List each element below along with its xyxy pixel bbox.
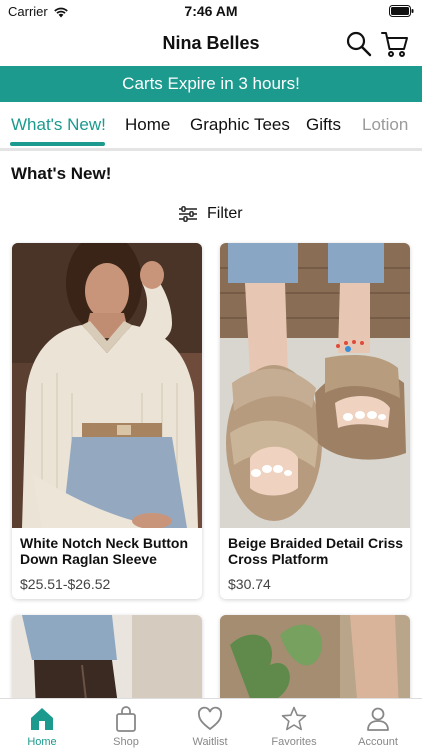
bottom-tab-label: Account bbox=[358, 736, 398, 748]
active-tab-indicator bbox=[10, 142, 105, 146]
bottom-tab-label: Waitlist bbox=[192, 736, 228, 748]
tab-whats-new[interactable]: What's New! bbox=[11, 115, 106, 135]
search-button[interactable] bbox=[345, 30, 373, 58]
bottom-tab-account[interactable]: Account bbox=[336, 705, 420, 748]
bottom-tab-waitlist[interactable]: Waitlist bbox=[168, 705, 252, 748]
search-icon bbox=[346, 31, 372, 57]
product-price: $30.74 bbox=[228, 576, 271, 592]
product-price: $25.51-$26.52 bbox=[20, 576, 111, 592]
filter-label: Filter bbox=[207, 205, 243, 222]
section-title: What's New! bbox=[11, 164, 112, 183]
tab-home[interactable]: Home bbox=[125, 115, 170, 135]
bottom-tab-shop[interactable]: Shop bbox=[84, 705, 168, 748]
nav-bar: Nina Belles bbox=[0, 22, 422, 66]
sliders-icon bbox=[179, 206, 197, 222]
heart-icon bbox=[198, 706, 222, 731]
bottom-tab-favorites[interactable]: Favorites bbox=[252, 705, 336, 748]
tabs-divider bbox=[0, 148, 422, 151]
product-card[interactable]: White Notch Neck Button Down Raglan Slee… bbox=[12, 243, 202, 599]
clock: 7:46 AM bbox=[184, 3, 238, 19]
filter-button[interactable]: Filter bbox=[178, 203, 243, 225]
home-icon bbox=[31, 708, 53, 730]
product-name: White Notch Neck Button Down Raglan Slee… bbox=[20, 535, 188, 567]
product-card[interactable]: Beige Braided Detail Criss Cross Platfor… bbox=[220, 243, 410, 599]
bottom-tab-bar: Home Shop Waitlist Favorites Account bbox=[0, 698, 422, 750]
product-image bbox=[220, 243, 410, 528]
person-icon bbox=[367, 707, 389, 731]
star-icon bbox=[281, 706, 307, 731]
bottom-tab-label: Favorites bbox=[271, 736, 317, 748]
bottom-tab-label: Home bbox=[27, 736, 57, 748]
battery-icon bbox=[389, 5, 414, 17]
cart-expiry-banner: Carts Expire in 3 hours! bbox=[0, 66, 422, 102]
shopping-cart-icon bbox=[381, 32, 408, 57]
bag-icon bbox=[116, 706, 136, 732]
status-bar: Carrier 7:46 AM bbox=[0, 0, 422, 22]
tab-graphic-tees[interactable]: Graphic Tees bbox=[190, 115, 290, 135]
bottom-tab-home[interactable]: Home bbox=[0, 705, 84, 748]
product-image bbox=[12, 243, 202, 528]
bottom-tab-label: Shop bbox=[113, 736, 139, 748]
tab-gifts[interactable]: Gifts bbox=[306, 115, 341, 135]
product-name: Beige Braided Detail Criss Cross Platfor… bbox=[228, 535, 404, 567]
cart-button[interactable] bbox=[380, 29, 410, 59]
tab-lotion[interactable]: Lotion bbox=[362, 115, 408, 135]
